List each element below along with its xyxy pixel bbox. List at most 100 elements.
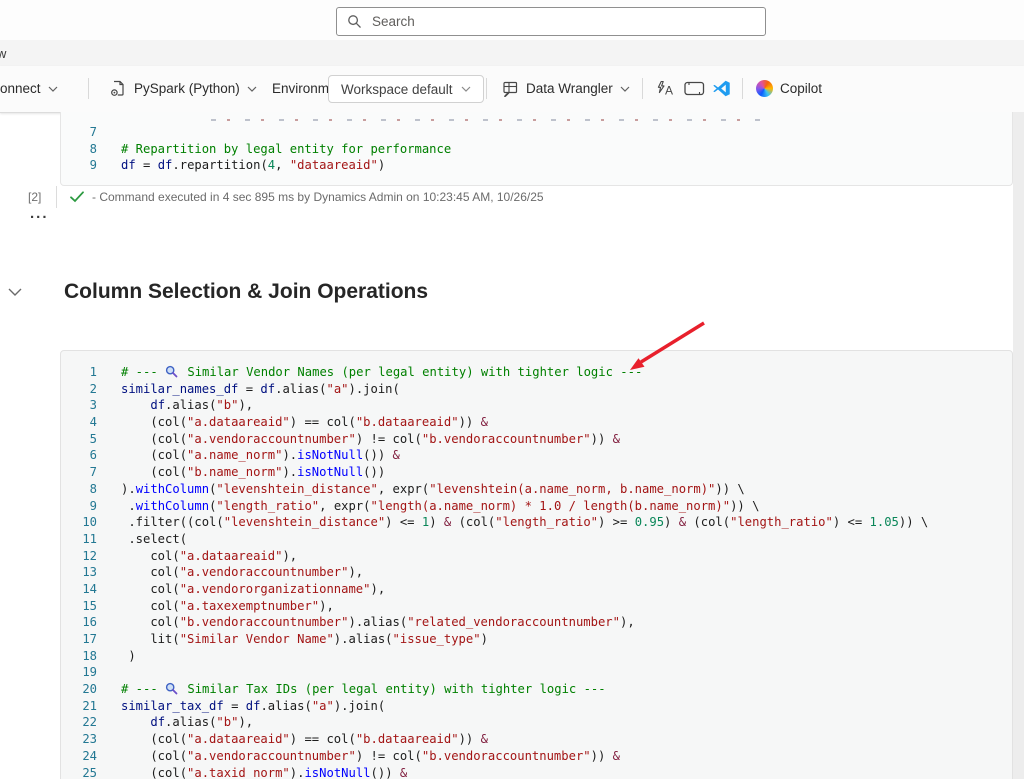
quick-actions-button[interactable]: A: [656, 66, 675, 111]
line-number: 6: [61, 447, 97, 464]
line-number: 12: [61, 548, 97, 565]
workspace-label: Workspace default: [341, 82, 453, 97]
line-number: 2: [61, 381, 97, 398]
line-number: 10: [61, 514, 97, 531]
code-line[interactable]: 5 (col("a.vendoraccountnumber") != col("…: [61, 431, 1012, 448]
data-wrangler-dropdown[interactable]: Data Wrangler: [502, 66, 630, 111]
notebook-screen: w onnect PySpark (Python) Environment Wo…: [0, 0, 1024, 779]
toolbar-divider: [486, 78, 487, 99]
code-cell-join-operations[interactable]: 1# --- Similar Vendor Names (per legal e…: [60, 350, 1013, 779]
line-number: 9: [61, 157, 97, 174]
code-editor[interactable]: 78# Repartition by legal entity for perf…: [61, 124, 1012, 174]
vscode-button[interactable]: [712, 66, 731, 111]
line-number: 20: [61, 681, 97, 698]
line-number: 5: [61, 431, 97, 448]
line-number: 24: [61, 748, 97, 765]
line-number: 15: [61, 598, 97, 615]
line-number: 7: [61, 464, 97, 481]
code-line[interactable]: 11 .select(: [61, 531, 1012, 548]
kernel-dropdown[interactable]: PySpark (Python): [110, 66, 257, 111]
code-line[interactable]: 9df = df.repartition(4, "dataareaid"): [61, 157, 1012, 174]
line-number: 8: [61, 141, 97, 158]
line-number: 11: [61, 531, 97, 548]
more-commands-button[interactable]: ...: [30, 205, 49, 222]
line-number: 17: [61, 631, 97, 648]
clipped-ribbon-tab[interactable]: w: [0, 46, 6, 61]
data-wrangler-label: Data Wrangler: [526, 81, 613, 96]
frame-button[interactable]: [684, 66, 705, 111]
code-editor[interactable]: 1# --- Similar Vendor Names (per legal e…: [61, 364, 1012, 779]
magnifier-icon: [165, 365, 180, 378]
magnifier-icon: [165, 682, 180, 695]
code-line[interactable]: 7: [61, 124, 1012, 141]
scrollbar-track[interactable]: [1013, 112, 1024, 779]
search-box[interactable]: [336, 7, 766, 36]
code-line[interactable]: 24 (col("a.vendoraccountnumber") != col(…: [61, 748, 1012, 765]
line-number: 21: [61, 698, 97, 715]
line-number: 18: [61, 648, 97, 665]
code-line[interactable]: 4 (col("a.dataareaid") == col("b.dataare…: [61, 414, 1012, 431]
code-line[interactable]: 7 (col("b.name_norm").isNotNull()): [61, 464, 1012, 481]
search-input[interactable]: [370, 13, 755, 30]
code-line[interactable]: 21similar_tax_df = df.alias("a").join(: [61, 698, 1012, 715]
svg-text:A: A: [665, 84, 673, 98]
code-line[interactable]: 17 lit("Similar Vendor Name").alias("iss…: [61, 631, 1012, 648]
code-line[interactable]: 18 ): [61, 648, 1012, 665]
chevron-down-icon: [48, 86, 58, 92]
connect-dropdown[interactable]: onnect: [0, 66, 58, 111]
notebook-toolbar: onnect PySpark (Python) Environment Work…: [0, 66, 1024, 113]
section-heading: Column Selection & Join Operations: [64, 280, 428, 304]
line-number: 4: [61, 414, 97, 431]
line-number: 1: [61, 364, 97, 381]
code-line[interactable]: 1# --- Similar Vendor Names (per legal e…: [61, 364, 1012, 381]
code-line[interactable]: 23 (col("a.dataareaid") == col("b.dataar…: [61, 731, 1012, 748]
line-number: 23: [61, 731, 97, 748]
code-line[interactable]: 8# Repartition by legal entity for perfo…: [61, 141, 1012, 158]
copilot-icon: [756, 80, 773, 97]
code-line[interactable]: 2similar_names_df = df.alias("a").join(: [61, 381, 1012, 398]
kernel-label: PySpark (Python): [134, 81, 240, 96]
line-number: 14: [61, 581, 97, 598]
line-number: 25: [61, 765, 97, 779]
collapse-chevron-icon[interactable]: [7, 287, 23, 297]
execution-status-text: - Command executed in 4 sec 895 ms by Dy…: [92, 190, 544, 204]
code-line[interactable]: 19: [61, 664, 1012, 681]
code-line[interactable]: 25 (col("a.taxid_norm").isNotNull()) &: [61, 765, 1012, 779]
copilot-label: Copilot: [780, 81, 822, 96]
code-line[interactable]: 16 col("b.vendoraccountnumber").alias("r…: [61, 614, 1012, 631]
vscode-icon: [712, 79, 731, 98]
code-line[interactable]: 3 df.alias("b"),: [61, 397, 1012, 414]
code-line[interactable]: 22 df.alias("b"),: [61, 714, 1012, 731]
search-icon: [347, 14, 362, 29]
line-number: 13: [61, 564, 97, 581]
code-line[interactable]: 10 .filter((col("levenshtein_distance") …: [61, 514, 1012, 531]
frame-icon: [684, 81, 705, 96]
line-number: 19: [61, 664, 97, 681]
line-number: 3: [61, 397, 97, 414]
code-line[interactable]: 12 col("a.dataareaid"),: [61, 548, 1012, 565]
line-number: 9: [61, 498, 97, 515]
chevron-down-icon: [461, 86, 471, 92]
copilot-button[interactable]: Copilot: [756, 66, 822, 111]
line-number: 16: [61, 614, 97, 631]
workspace-default-dropdown[interactable]: Workspace default: [328, 75, 484, 103]
ribbon-band: w: [0, 40, 1024, 66]
toolbar-divider: [742, 78, 743, 99]
code-line[interactable]: 9 .withColumn("length_ratio", expr("leng…: [61, 498, 1012, 515]
cell-gutter-line: [56, 186, 57, 208]
data-wrangler-icon: [502, 80, 519, 97]
code-line[interactable]: 15 col("a.taxexemptnumber"),: [61, 598, 1012, 615]
code-line[interactable]: 14 col("a.vendororganizationname"),: [61, 581, 1012, 598]
check-icon: [70, 191, 84, 203]
line-number: 8: [61, 481, 97, 498]
clipped-code-line: [61, 112, 1012, 124]
code-line[interactable]: 20# --- Similar Tax IDs (per legal entit…: [61, 681, 1012, 698]
execution-count: [2]: [28, 190, 41, 204]
lightning-a-icon: A: [656, 80, 675, 97]
pyspark-kernel-icon: [110, 80, 127, 97]
code-line[interactable]: 13 col("a.vendoraccountnumber"),: [61, 564, 1012, 581]
code-line[interactable]: 6 (col("a.name_norm").isNotNull()) &: [61, 447, 1012, 464]
line-number: 7: [61, 124, 97, 141]
code-cell-repartition[interactable]: 78# Repartition by legal entity for perf…: [60, 112, 1013, 186]
code-line[interactable]: 8).withColumn("levenshtein_distance", ex…: [61, 481, 1012, 498]
